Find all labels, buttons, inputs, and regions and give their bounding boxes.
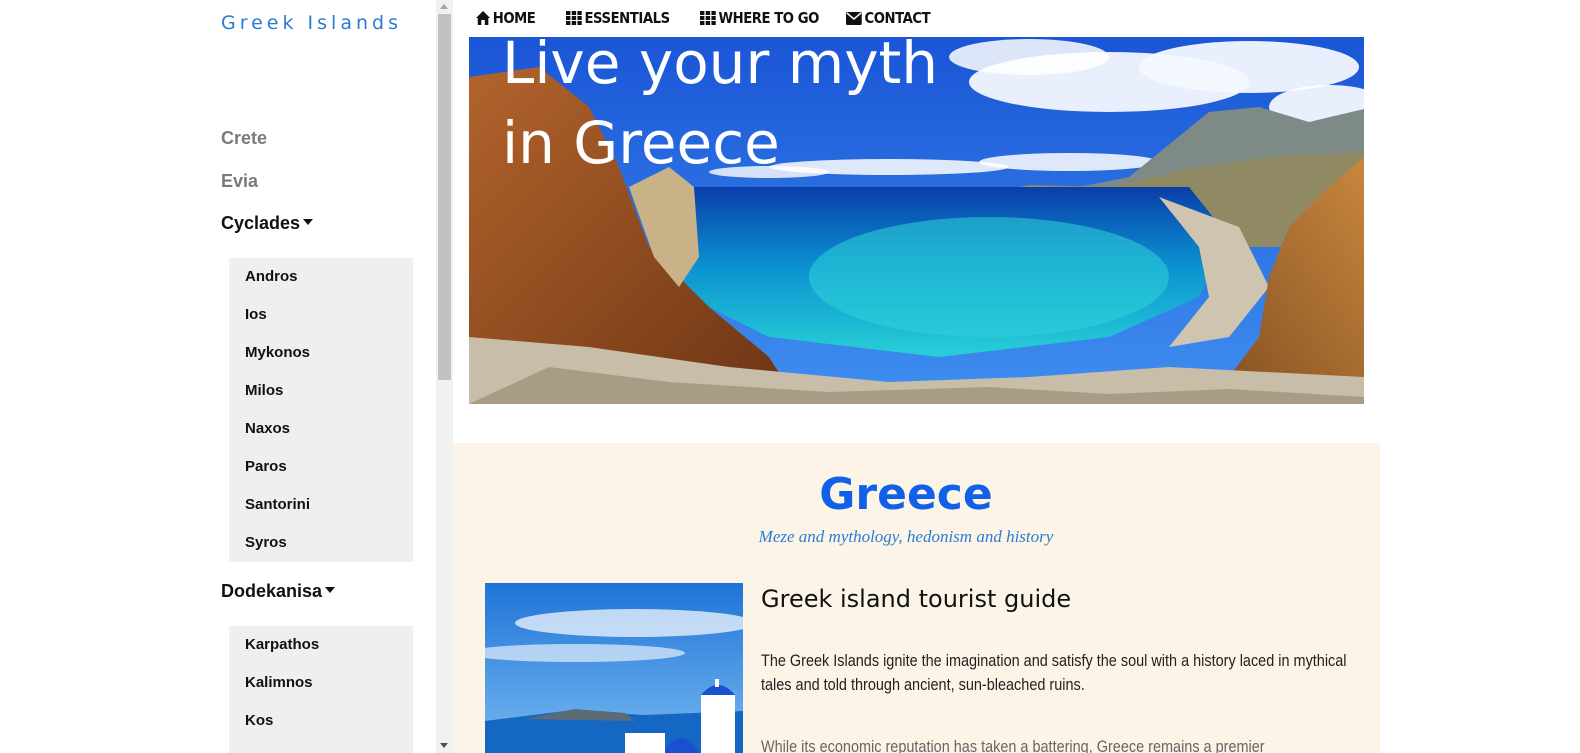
hero-banner: Live your myth in Greece bbox=[469, 37, 1364, 404]
submenu-item-paros[interactable]: Paros bbox=[229, 448, 413, 486]
sidebar: Greek Islands Crete Evia Cyclades Andros… bbox=[0, 0, 436, 753]
caret-down-icon bbox=[325, 587, 336, 594]
top-navigation: HOME ESSENTIALS WHERE TO GO CONTACT bbox=[453, 0, 1580, 37]
submenu-item-kos[interactable]: Kos bbox=[229, 702, 413, 740]
envelope-icon bbox=[846, 12, 862, 25]
guide-heading: Greek island tourist guide bbox=[761, 585, 1072, 613]
hero-title-line2: in Greece bbox=[502, 109, 780, 177]
submenu-item-mykonos[interactable]: Mykonos bbox=[229, 334, 413, 372]
sidebar-scrollbar[interactable] bbox=[436, 0, 453, 753]
santorini-image bbox=[485, 583, 743, 753]
sidebar-group-label: Dodekanisa bbox=[221, 581, 323, 601]
scroll-down-arrow-icon[interactable] bbox=[440, 743, 448, 748]
sidebar-group-dodekanisa[interactable]: Dodekanisa bbox=[221, 581, 336, 602]
caret-down-icon bbox=[303, 219, 314, 226]
intro-paragraph-2: While its economic reputation has taken … bbox=[761, 737, 1265, 753]
submenu-item-naxos[interactable]: Naxos bbox=[229, 410, 413, 448]
page-title: Greece bbox=[819, 469, 993, 520]
submenu-item-kalimnos[interactable]: Kalimnos bbox=[229, 664, 413, 702]
sidebar-group-label: Cyclades bbox=[221, 213, 301, 233]
submenu-item-andros[interactable]: Andros bbox=[229, 258, 413, 296]
sidebar-item-evia[interactable]: Evia bbox=[221, 171, 258, 192]
hero-title-line1: Live your myth bbox=[502, 37, 939, 97]
nav-where-to-go-label: WHERE TO GO bbox=[718, 9, 819, 27]
intro-card: Greece Meze and mythology, hedonism and … bbox=[453, 443, 1380, 753]
nav-home-label: HOME bbox=[492, 9, 536, 27]
nav-where-to-go[interactable]: WHERE TO GO bbox=[700, 7, 819, 29]
submenu-item-santorini[interactable]: Santorini bbox=[229, 486, 413, 524]
grid-icon bbox=[700, 11, 716, 25]
cyclades-submenu: Andros Ios Mykonos Milos Naxos Paros San… bbox=[229, 258, 413, 562]
home-icon bbox=[476, 11, 491, 25]
santorini-photo bbox=[485, 583, 743, 753]
site-brand[interactable]: Greek Islands bbox=[221, 12, 402, 34]
nav-home[interactable]: HOME bbox=[476, 7, 536, 29]
submenu-item-milos[interactable]: Milos bbox=[229, 372, 413, 410]
intro-paragraph: The Greek Islands ignite the imagination… bbox=[761, 651, 1347, 694]
hero-title: Live your myth in Greece bbox=[502, 37, 1062, 183]
sidebar-group-cyclades[interactable]: Cyclades bbox=[221, 213, 314, 234]
scroll-up-arrow-icon[interactable] bbox=[440, 4, 448, 9]
submenu-item-karpathos[interactable]: Karpathos bbox=[229, 626, 413, 664]
scroll-thumb[interactable] bbox=[438, 14, 451, 380]
page-tagline: Meze and mythology, hedonism and history bbox=[758, 527, 1054, 546]
grid-icon bbox=[566, 11, 582, 25]
nav-essentials[interactable]: ESSENTIALS bbox=[566, 7, 670, 29]
nav-contact-label: CONTACT bbox=[864, 9, 931, 27]
submenu-item-syros[interactable]: Syros bbox=[229, 524, 413, 562]
nav-essentials-label: ESSENTIALS bbox=[584, 9, 670, 27]
submenu-item-ios[interactable]: Ios bbox=[229, 296, 413, 334]
nav-contact[interactable]: CONTACT bbox=[846, 7, 931, 29]
dodekanisa-submenu: Karpathos Kalimnos Kos bbox=[229, 626, 413, 753]
sidebar-item-crete[interactable]: Crete bbox=[221, 128, 267, 149]
